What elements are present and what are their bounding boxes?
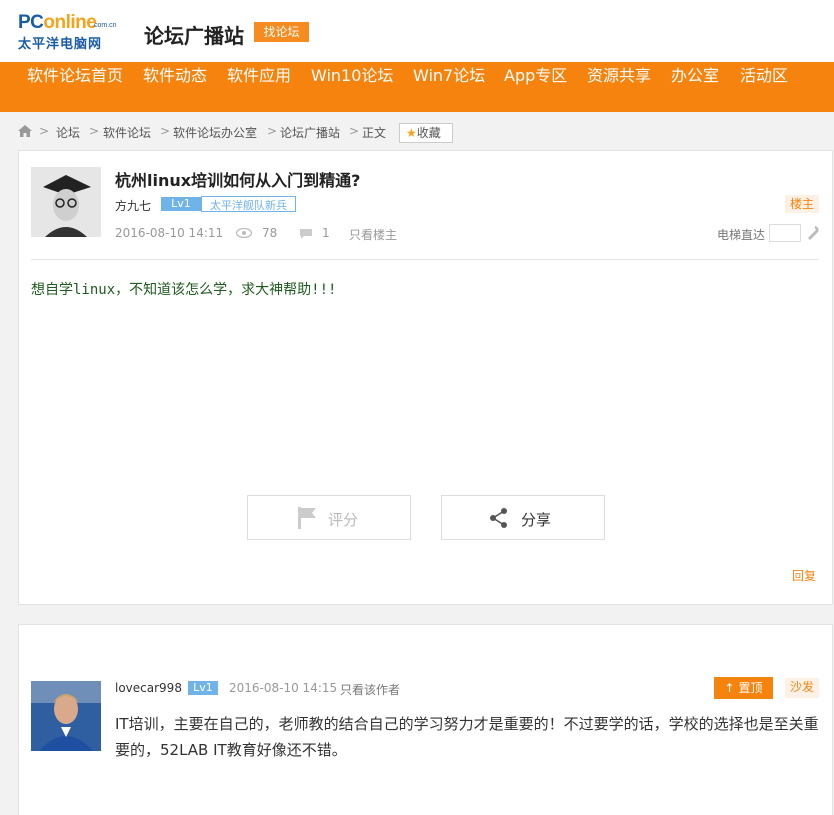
- page-title[interactable]: 论坛广播站: [144, 20, 244, 49]
- rate-label: 评分: [328, 511, 359, 529]
- logo-domain: .com.cn: [92, 22, 117, 29]
- floor-tag: 沙发: [785, 678, 819, 698]
- site-header: PConline .com.cn 太平洋电脑网 论坛广播站 找论坛: [0, 0, 834, 62]
- rate-button[interactable]: 评分: [247, 495, 411, 540]
- nav-item-software-apps[interactable]: 软件应用: [227, 62, 291, 112]
- divider: [31, 259, 819, 260]
- star-icon: ★: [406, 126, 417, 140]
- level-badge: Lv1: [161, 197, 201, 211]
- reply-avatar-image: [31, 681, 101, 751]
- arrow-up-icon: ↑: [724, 681, 735, 695]
- favorite-label: 收藏: [416, 126, 441, 140]
- rank-badge: 太平洋舰队新兵: [201, 196, 296, 212]
- breadcrumb-broadcast[interactable]: 论坛广播站: [280, 124, 340, 141]
- nav-item-win7[interactable]: Win7论坛: [413, 62, 485, 112]
- breadcrumb-forum[interactable]: 论坛: [56, 124, 80, 141]
- reply-content: IT培训，主要在自己的，老师教的结合自己的学习努力才是重要的！不过要学的话，学校…: [115, 715, 819, 759]
- reply-count: 1: [322, 226, 330, 240]
- elevator-input[interactable]: [769, 224, 801, 242]
- breadcrumb-separator: >: [349, 124, 360, 138]
- share-button[interactable]: 分享: [441, 495, 605, 540]
- eye-icon: [236, 228, 252, 238]
- flag-icon: [298, 507, 316, 529]
- nav-item-win10[interactable]: Win10论坛: [311, 62, 393, 112]
- pin-top-label: 置顶: [738, 681, 763, 695]
- reply-date: 2016-08-10 14:15: [229, 681, 338, 695]
- share-icon: [490, 508, 507, 528]
- nav-item-resources[interactable]: 资源共享: [587, 62, 651, 112]
- thread-post: 杭州linux培训如何从入门到精通? 方九七 Lv1 太平洋舰队新兵 楼主 20…: [18, 150, 833, 605]
- view-count: 78: [262, 226, 278, 240]
- comment-icon: [300, 229, 312, 239]
- wrench-icon[interactable]: [806, 225, 820, 241]
- post-date: 2016-08-10 14:11: [115, 226, 224, 240]
- reply-post: lovecar998 Lv1 2016-08-10 14:15 只看该作者 ↑ …: [18, 624, 833, 815]
- breadcrumb-separator: >: [267, 124, 278, 138]
- logo-wordmark: PConline: [18, 12, 97, 33]
- breadcrumb-software-forum[interactable]: 软件论坛: [103, 124, 151, 141]
- nav-item-office[interactable]: 办公室: [671, 62, 719, 112]
- favorite-button[interactable]: ★收藏: [399, 123, 453, 143]
- owner-tag: 楼主: [785, 195, 819, 213]
- author-name[interactable]: 方九七: [115, 197, 151, 214]
- logo-chinese-name: 太平洋电脑网: [18, 37, 103, 52]
- pin-top-button[interactable]: ↑ 置顶: [714, 677, 773, 699]
- breadcrumb-separator: >: [39, 124, 50, 138]
- post-content: 想自学linux，不知道该怎么学，求大神帮助!!!: [31, 282, 337, 298]
- pconline-logo[interactable]: PConline .com.cn 太平洋电脑网: [18, 8, 118, 54]
- only-owner-link[interactable]: 只看楼主: [349, 226, 397, 243]
- nav-item-software-news[interactable]: 软件动态: [143, 62, 207, 112]
- breadcrumb-separator: >: [160, 124, 171, 138]
- reply-author-name[interactable]: lovecar998: [115, 681, 182, 695]
- level-badge: Lv1: [188, 681, 218, 695]
- elevator-label: 电梯直达: [717, 228, 766, 242]
- nav-item-software-home[interactable]: 软件论坛首页: [27, 62, 123, 112]
- author-avatar-image: [31, 167, 101, 237]
- thread-title[interactable]: 杭州linux培训如何从入门到精通?: [115, 167, 360, 191]
- only-author-link[interactable]: 只看该作者: [340, 681, 400, 698]
- home-icon[interactable]: [18, 125, 32, 137]
- find-forum-button[interactable]: 找论坛: [254, 22, 309, 42]
- avatar[interactable]: [31, 167, 101, 237]
- breadcrumb-separator: >: [89, 124, 100, 138]
- breadcrumb-current: 正文: [362, 126, 387, 140]
- main-nav: 软件论坛首页 软件动态 软件应用 Win10论坛 Win7论坛 App专区 资源…: [0, 62, 834, 112]
- nav-item-events[interactable]: 活动区: [740, 62, 788, 112]
- reply-link[interactable]: 回复: [792, 567, 816, 584]
- nav-item-app-zone[interactable]: App专区: [504, 62, 567, 112]
- breadcrumb-software-office[interactable]: 软件论坛办公室: [173, 124, 257, 141]
- avatar[interactable]: [31, 681, 101, 751]
- share-label: 分享: [521, 511, 552, 529]
